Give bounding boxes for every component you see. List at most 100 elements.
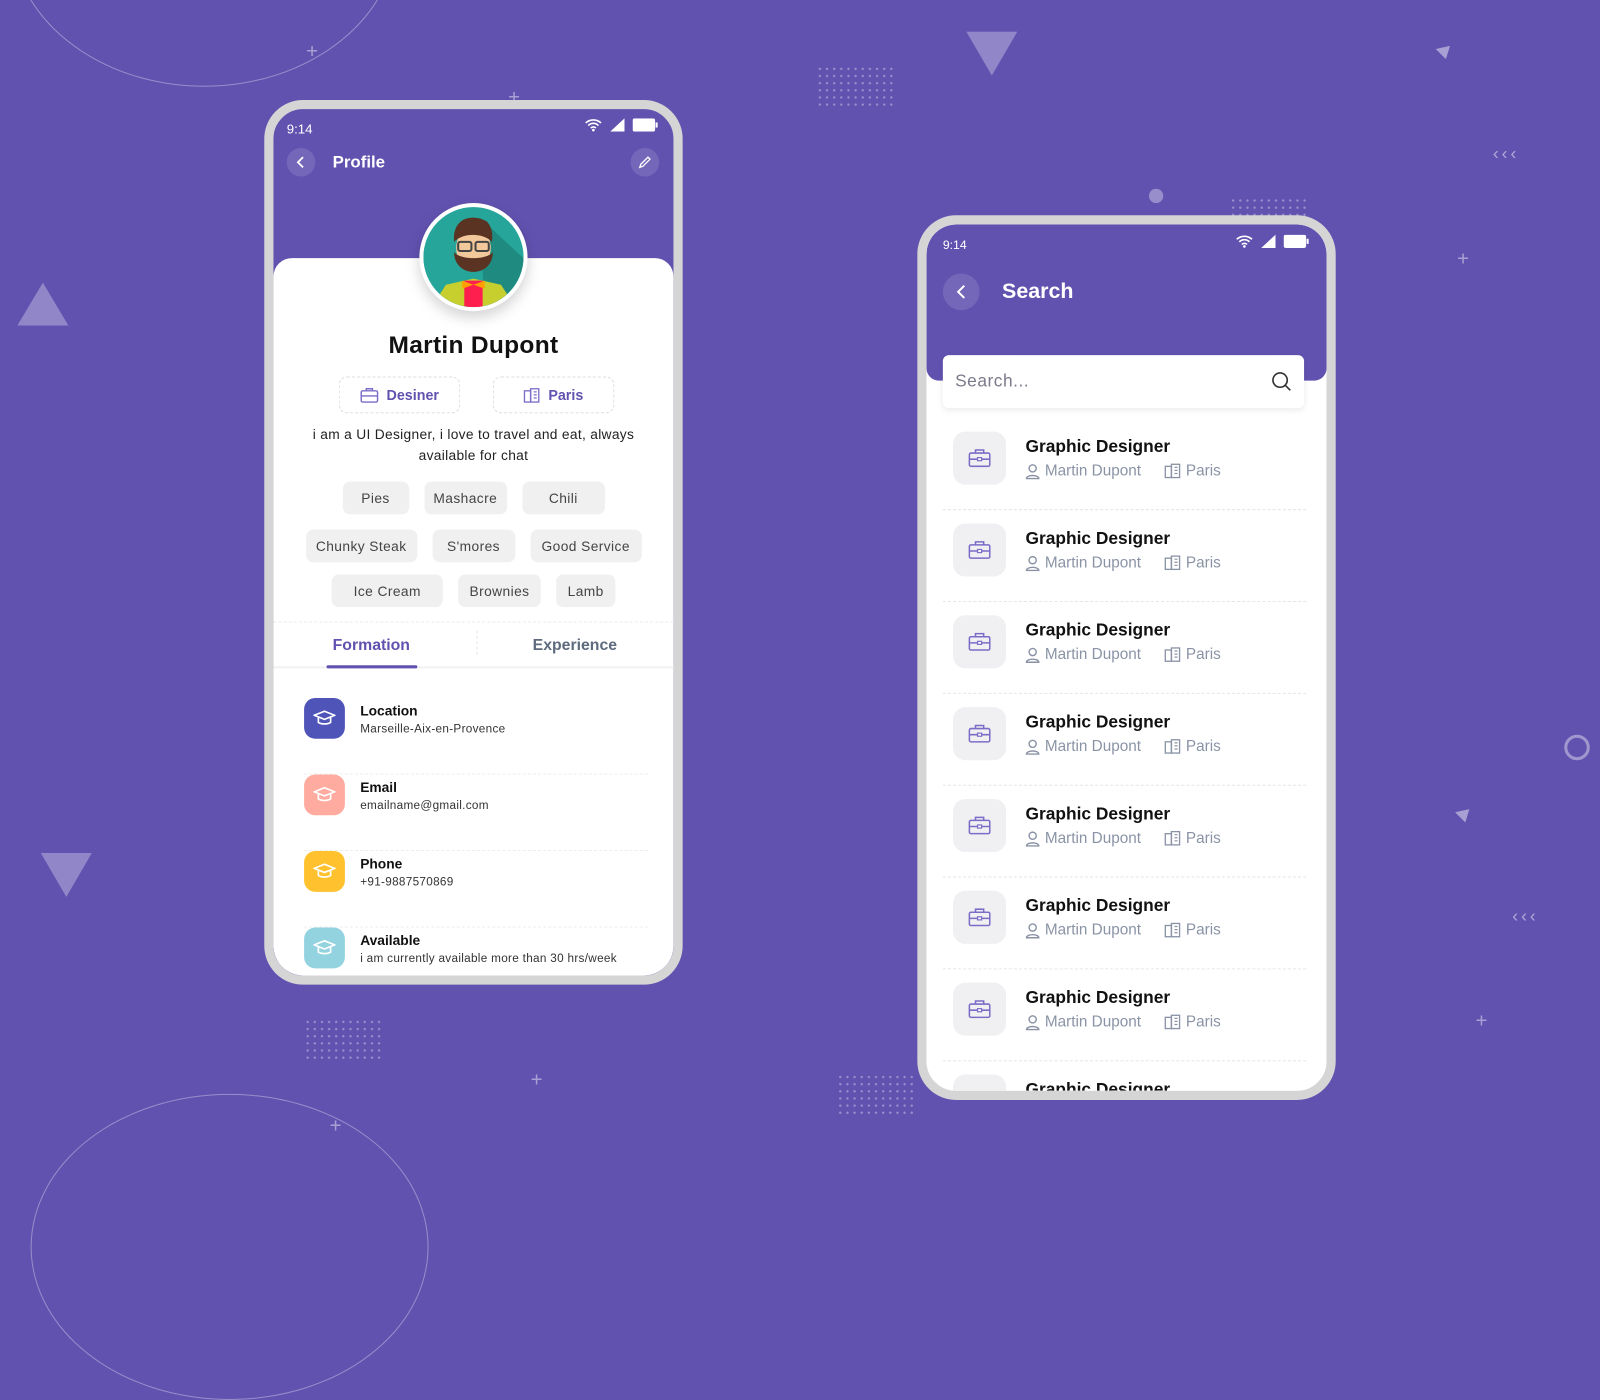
result-item[interactable]: Graphic Designer Martin Dupont Paris: [942, 602, 1307, 694]
search-icon[interactable]: [1271, 371, 1291, 391]
chevron-left-icon: [296, 156, 304, 168]
tag[interactable]: S'mores: [432, 529, 515, 563]
job-icon-box: [953, 1074, 1007, 1091]
building-icon: [1164, 555, 1181, 571]
result-item[interactable]: Graphic Designer Martin Dupont Paris: [942, 694, 1307, 786]
status-icons: [585, 118, 658, 132]
tag[interactable]: Ice Cream: [331, 574, 443, 608]
tag[interactable]: Brownies: [458, 574, 541, 608]
building-icon: [1164, 647, 1181, 662]
result-city: Paris: [1185, 1013, 1221, 1031]
status-time: 9:14: [942, 237, 967, 253]
avatar-illustration: [423, 207, 524, 308]
wifi-icon: [1236, 235, 1253, 248]
result-title: Graphic Designer: [1025, 804, 1171, 824]
page-title: Search: [1002, 279, 1074, 304]
city-label: Paris: [548, 386, 584, 404]
briefcase-icon: [968, 541, 991, 559]
search-screen: 9:14 Search Graphic Designer Martin Dupo…: [926, 224, 1327, 1091]
wifi-icon: [585, 119, 602, 132]
avatar[interactable]: [419, 203, 528, 312]
plus-decoration: +: [306, 40, 319, 64]
tag[interactable]: Chili: [521, 481, 605, 515]
decorative-arc: [10, 0, 398, 87]
job-icon-box: [953, 707, 1007, 761]
chevrons-decoration: ‹‹‹: [1512, 906, 1539, 926]
search-phone: 9:14 Search Graphic Designer Martin Dupo…: [917, 215, 1336, 1100]
canvas: + + + + + + ‹‹‹ ‹‹‹ 9:14 Profile Martin …: [0, 0, 1600, 1400]
plus-decoration: +: [329, 1115, 342, 1138]
edit-button[interactable]: [630, 147, 660, 177]
profile-name: Martin Dupont: [388, 331, 559, 360]
tag[interactable]: Lamb: [556, 574, 616, 608]
status-icons: [1236, 234, 1309, 248]
result-person: Martin Dupont: [1044, 829, 1142, 847]
info-item-phone[interactable]: Phone +91-9887570869: [304, 851, 648, 928]
briefcase-icon: [968, 1000, 991, 1019]
info-title: Location: [360, 703, 418, 719]
result-item[interactable]: Graphic Designer Martin Dupont Paris: [942, 878, 1307, 970]
tab-experience[interactable]: Experience: [533, 637, 617, 655]
user-icon: [1025, 1014, 1040, 1030]
page-title: Profile: [332, 153, 386, 172]
graduation-cap-icon: [304, 774, 345, 816]
line-node-decoration: [1148, 188, 1164, 204]
info-item-available[interactable]: Available i am currently available more …: [304, 927, 648, 976]
tag[interactable]: Pies: [342, 481, 409, 515]
tag[interactable]: Mashacre: [423, 481, 507, 515]
status-time: 9:14: [286, 121, 313, 137]
active-tab-indicator: [326, 665, 418, 669]
job-icon-box: [953, 982, 1007, 1036]
graduation-cap-icon: [304, 927, 345, 969]
result-person: Martin Dupont: [1044, 1013, 1142, 1031]
signal-icon: [1261, 234, 1276, 248]
info-item-email[interactable]: Email emailname@gmail.com: [304, 774, 648, 852]
briefcase-icon: [968, 816, 991, 835]
briefcase-icon: [968, 724, 991, 743]
info-value: i am currently available more than 30 hr…: [360, 953, 617, 966]
triangle-decoration: [966, 31, 1018, 76]
job-icon-box: [953, 523, 1007, 577]
role-label: Desiner: [386, 386, 439, 404]
role-chip: Desiner: [338, 376, 461, 414]
tab-formation[interactable]: Formation: [333, 637, 410, 655]
search-input[interactable]: [955, 371, 1272, 392]
result-item[interactable]: Graphic Designer Martin Dupont Paris: [943, 1061, 1306, 1091]
result-item[interactable]: Graphic Designer Martin Dupont Paris: [942, 786, 1307, 878]
result-item[interactable]: Graphic Designer Martin Dupont Paris: [942, 510, 1307, 603]
result-meta: Martin Dupont Paris: [1025, 738, 1221, 755]
tab-divider: [476, 630, 478, 656]
result-city: Paris: [1185, 921, 1221, 939]
triangle-decoration: [1435, 45, 1450, 60]
job-icon-box: [953, 890, 1007, 944]
job-icon-box: [953, 431, 1007, 485]
info-title: Available: [360, 932, 421, 948]
back-button[interactable]: [286, 147, 316, 177]
profile-card: Martin Dupont Desiner Paris i am a UI De…: [273, 258, 674, 976]
user-icon: [1025, 555, 1040, 571]
tag[interactable]: Good Service: [530, 529, 642, 563]
result-meta: Martin Dupont Paris: [1025, 1013, 1221, 1031]
job-icon-box: [953, 798, 1007, 853]
dot-grid-decoration: [816, 65, 893, 107]
tag-row: Ice Cream Brownies Lamb: [273, 574, 673, 608]
tag[interactable]: Chunky Steak: [305, 529, 417, 563]
briefcase-icon: [360, 387, 379, 403]
result-city: Paris: [1185, 554, 1221, 572]
result-meta: Martin Dupont Paris: [1025, 554, 1221, 572]
back-button[interactable]: [942, 273, 980, 311]
decorative-ring: [1564, 734, 1590, 761]
result-item[interactable]: Graphic Designer Martin Dupont Paris: [942, 418, 1307, 511]
decorative-arc: [30, 1093, 429, 1400]
result-title: Graphic Designer: [1025, 1079, 1171, 1091]
battery-icon: [632, 118, 658, 132]
job-icon-box: [953, 615, 1007, 669]
plus-decoration: +: [1457, 247, 1470, 271]
triangle-decoration: [40, 853, 92, 897]
building-icon: [1164, 830, 1181, 846]
result-item[interactable]: Graphic Designer Martin Dupont Paris: [942, 969, 1307, 1062]
info-item-location[interactable]: Location Marseille-Aix-en-Provence: [304, 697, 648, 775]
info-value: emailname@gmail.com: [360, 799, 489, 813]
dot-grid-decoration: [304, 1018, 382, 1060]
info-value: +91-9887570869: [360, 876, 454, 889]
